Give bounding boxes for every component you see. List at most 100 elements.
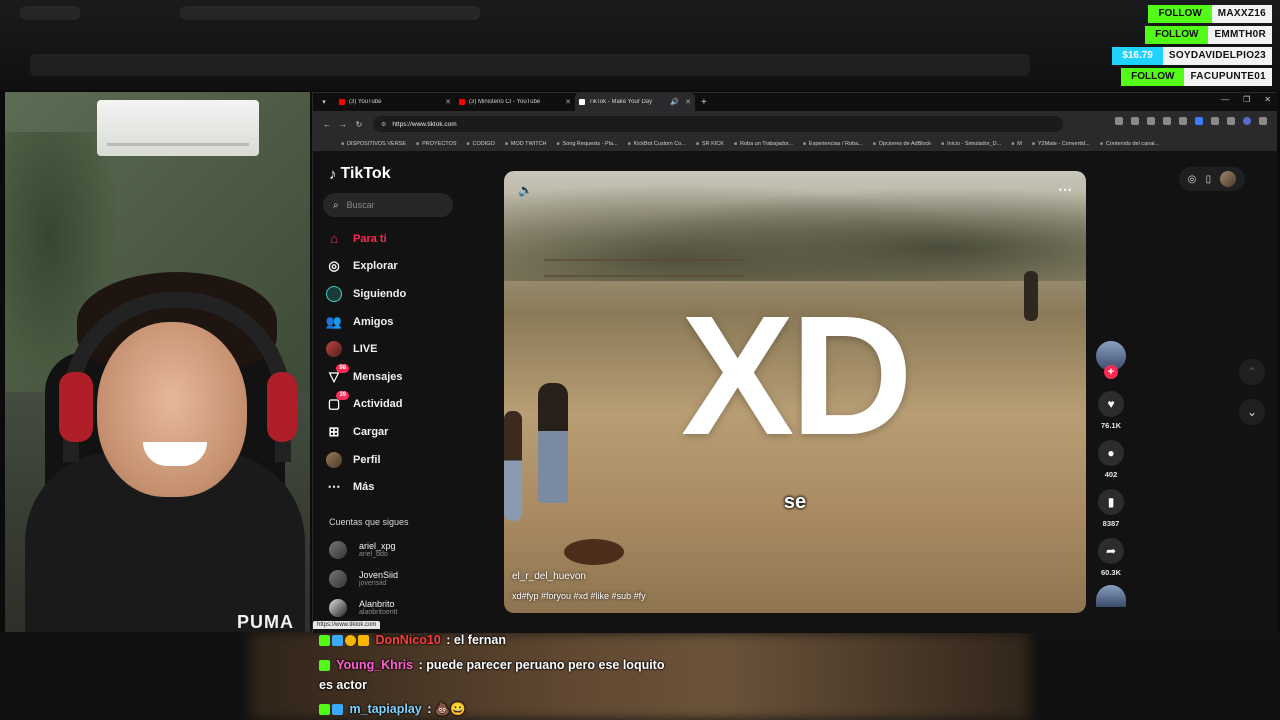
crown-badge-icon [358,635,369,647]
profile-icon[interactable] [1243,117,1251,125]
coin-icon[interactable]: ◎ [1188,174,1197,185]
window-controls: — ❐ ✕ [1221,95,1271,104]
live-icon [325,340,343,358]
previous-video-button[interactable]: ⌃ [1239,359,1265,385]
account-name: ariel_xpg [359,541,396,551]
alert-user: EMMTH0R [1208,26,1272,44]
close-icon[interactable]: ✕ [685,98,691,106]
following-account[interactable]: Alanbrito alanbritoentt [329,593,479,622]
user-avatar[interactable] [1220,171,1237,187]
brand-name: TikTok [340,165,391,182]
account-handle: jovensiid [359,580,387,587]
sidebar-item-live[interactable]: LIVE [325,335,475,363]
bookmark[interactable]: Opciones de AdBlock [873,141,931,147]
video-player[interactable]: XD se 🔈 ⋯ el_r_del_huevon xd#fyp #foryou… [504,171,1086,613]
chat-username[interactable]: DonNico10 [375,633,440,647]
browser-tab[interactable]: (3) Ministerio CI - YouTube ✕ [455,93,575,111]
close-icon[interactable]: ✕ [445,98,451,106]
tab-menu-icon[interactable]: ▾ [313,98,335,106]
search-input[interactable]: ⌕ Buscar [323,193,453,217]
video-author[interactable]: el_r_del_huevon [512,571,586,582]
sidebar-item-explorar[interactable]: ◎ Explorar [325,253,475,281]
sidebar-item-actividad[interactable]: ▢ 39 Actividad [325,391,475,419]
sidebar-item-para-ti[interactable]: ⌂ Para ti [325,225,475,253]
sidebar-item-amigos[interactable]: 👥 Amigos [325,308,475,336]
reload-icon[interactable]: ↻ [351,120,367,129]
chat-badges [319,635,369,647]
bookmark[interactable]: SR KICK [696,141,724,147]
sidebar-item-label: LIVE [353,343,378,356]
tiktok-logo[interactable]: ♪ TikTok [329,165,391,183]
avatar [329,540,347,559]
blurred-backdrop-bottom [0,632,1280,720]
sidebar-item-mas[interactable]: ⋯ Más [325,473,475,501]
bookmark[interactable]: DISPOSITIVOS VERSE [341,141,406,147]
comment-button[interactable]: ● 402 [1096,440,1126,479]
extension-icon[interactable] [1179,117,1187,125]
sidebar-item-perfil[interactable]: Perfil [325,446,475,474]
menu-icon[interactable] [1259,117,1267,125]
new-tab-icon[interactable]: + [701,97,707,108]
speaker-icon[interactable]: 🔊 [670,98,679,106]
sidebar-item-mensajes[interactable]: ▽ 98 Mensajes [325,363,475,391]
forward-icon[interactable]: → [335,120,351,129]
sidebar-item-label: Perfil [353,453,381,466]
search-icon: ⌕ [333,199,339,211]
translate-icon[interactable] [1115,117,1123,125]
tab-bar: ▾ (3) YouTube ✕ (3) Ministerio CI - YouT… [313,93,1277,111]
music-disc-icon[interactable] [1096,585,1126,607]
save-button[interactable]: ▮ 8387 [1096,489,1126,528]
volume-icon[interactable]: 🔈 [518,183,533,197]
like-button[interactable]: ♥ 76.1K [1096,391,1126,430]
following-account[interactable]: JovenSiid jovensiid [329,564,479,593]
browser-tab[interactable]: (3) YouTube ✕ [335,93,455,111]
chat-text: es actor [319,678,367,692]
account-handle: ariel_bdo [359,551,388,558]
next-video-button[interactable]: ⌄ [1239,399,1265,425]
bookmark[interactable]: Y2Mate - Convertid... [1032,141,1090,147]
share-count: 60.3K [1100,568,1121,577]
bookmark[interactable]: KickBot Custom Co... [628,141,686,147]
tab-title: TikTok - Make Your Day [589,99,653,105]
chat-text: : el fernan [446,633,507,647]
back-icon[interactable]: ← [319,120,335,129]
chat-username[interactable]: Young_Khris [336,658,413,672]
device-icon[interactable]: ▯ [1206,174,1212,185]
install-icon[interactable] [1147,117,1155,125]
bookmark[interactable]: MOD TWITCH [505,141,547,147]
more-options-icon[interactable]: ⋯ [1058,181,1072,198]
youtube-icon [459,99,465,105]
close-window-icon[interactable]: ✕ [1264,95,1271,104]
chat-username[interactable]: m_tapiaplay [349,702,421,716]
close-icon[interactable]: ✕ [565,98,571,106]
bookmark[interactable]: Inicio - Simulador_D... [941,141,1001,147]
profile-icon [325,451,343,469]
chat-badges [319,660,330,672]
tiktok-icon [579,99,585,105]
star-icon[interactable] [1163,117,1171,125]
sidebar-item-siguiendo[interactable]: Siguiendo [325,280,475,308]
bookmark[interactable]: Experiencias / Roba... [803,141,863,147]
sidebar-item-cargar[interactable]: ⊞ Cargar [325,418,475,446]
minimize-icon[interactable]: — [1221,95,1229,104]
bookmark[interactable]: Song Requests - Pla... [557,141,618,147]
video-hashtags[interactable]: xd#fyp #foryou #xd #like #sub #fy [512,591,646,601]
bookmark[interactable]: PROYECTOS [416,141,456,147]
kick-badge-icon [319,660,330,672]
download-icon[interactable] [1227,117,1235,125]
bookmark[interactable]: Contenido del canal... [1100,141,1159,147]
puzzle-icon[interactable] [1211,117,1219,125]
browser-tab-active[interactable]: TikTok - Make Your Day 🔊 ✕ [575,93,695,111]
following-account[interactable]: ariel_xpg ariel_bdo [329,535,479,564]
url-input[interactable]: ⚙ https://www.tiktok.com [373,116,1063,132]
site-info-icon[interactable]: ⚙ [381,121,386,128]
bookmark[interactable]: CODIGO [467,141,495,147]
share-button[interactable]: ➦ 60.3K [1096,538,1126,577]
bookmark[interactable]: Roba un Trabajador... [734,141,793,147]
extension-icon[interactable] [1195,117,1203,125]
url-text: https://www.tiktok.com [392,120,457,128]
maximize-icon[interactable]: ❐ [1243,95,1250,104]
bookmark[interactable]: M [1011,141,1022,147]
follow-plus-icon[interactable]: + [1104,365,1118,379]
zoom-icon[interactable] [1131,117,1139,125]
